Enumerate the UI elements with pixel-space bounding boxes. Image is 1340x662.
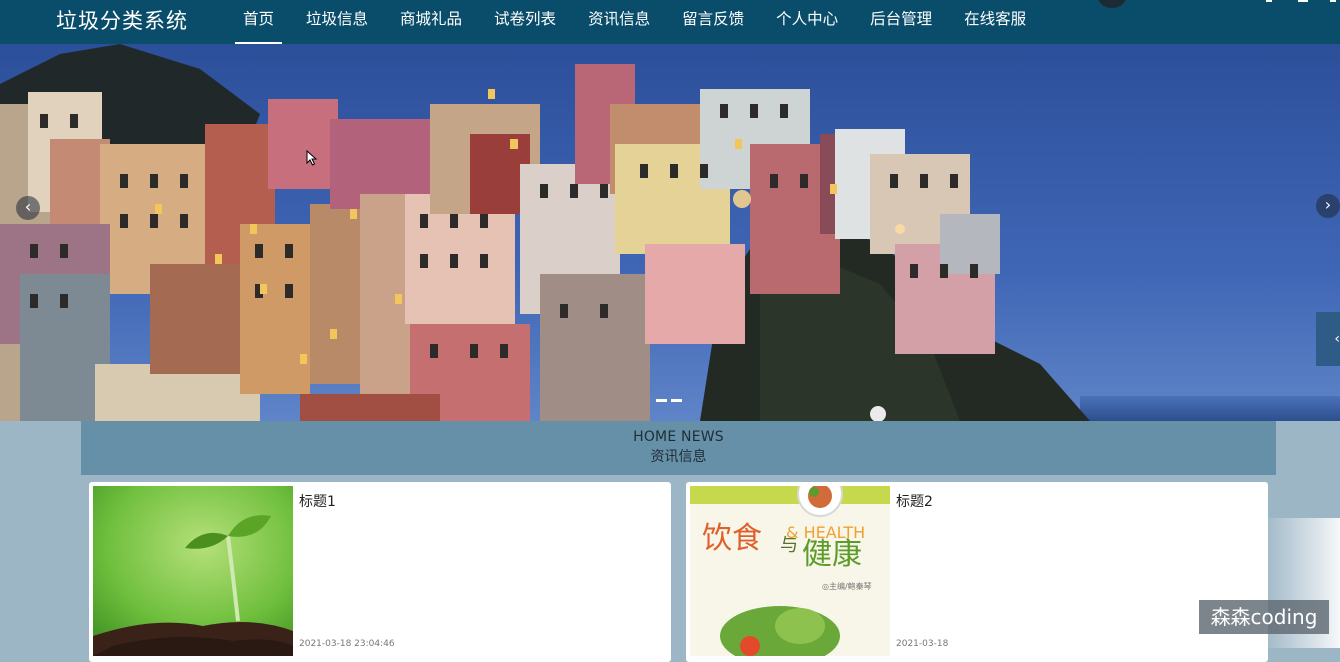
book-cover-image: 饮食 与 健康 & HEALTH ◎主编/鲍秦琴 <box>690 486 890 656</box>
banner-carousel[interactable]: ‹ › <box>0 44 1340 421</box>
mouse-cursor-icon <box>306 150 318 166</box>
news-title[interactable]: 标题2 <box>896 491 933 511</box>
banner-image <box>0 44 1340 421</box>
nav-item-admin[interactable]: 后台管理 <box>862 0 940 44</box>
nav-item-feedback[interactable]: 留言反馈 <box>674 0 752 44</box>
nav-item-exam-list[interactable]: 试卷列表 <box>486 0 564 44</box>
carousel-next-button[interactable]: › <box>1316 194 1340 218</box>
brand-title[interactable]: 垃圾分类系统 <box>56 5 188 35</box>
news-card[interactable]: 标题1 2021-03-18 23:04:46 <box>89 482 671 662</box>
top-navbar: 垃圾分类系统 首页 垃圾信息 商城礼品 试卷列表 资讯信息 留言反馈 个人中心 … <box>0 0 1340 44</box>
window-control-mark <box>1266 0 1272 2</box>
side-panel-toggle[interactable]: ‹ <box>1316 312 1340 366</box>
seedling-image <box>93 486 293 656</box>
window-control-mark <box>1298 0 1308 2</box>
news-heading-cn: 资讯信息 <box>650 449 707 465</box>
nav-item-garbage-info[interactable]: 垃圾信息 <box>298 0 376 44</box>
avatar[interactable] <box>1098 0 1126 8</box>
news-section-header: HOME NEWS 资讯信息 <box>81 421 1276 475</box>
cover-title-a: 饮食 <box>702 521 762 556</box>
carousel-prev-button[interactable]: ‹ <box>16 196 40 220</box>
nav-item-news[interactable]: 资讯信息 <box>580 0 658 44</box>
news-thumbnail[interactable]: 饮食 与 健康 & HEALTH ◎主编/鲍秦琴 <box>690 486 890 656</box>
window-control-mark <box>1330 0 1336 2</box>
nav-item-home[interactable]: 首页 <box>235 0 283 44</box>
news-thumbnail[interactable] <box>93 486 293 656</box>
nav-item-online-service[interactable]: 在线客服 <box>956 0 1034 44</box>
news-heading-en: HOME NEWS <box>633 429 724 445</box>
nav-item-gift-shop[interactable]: 商城礼品 <box>392 0 470 44</box>
cover-title-c: 健康 <box>802 537 862 572</box>
cover-en-title: & HEALTH <box>786 523 865 542</box>
watermark: 森森coding <box>1199 600 1329 634</box>
news-card[interactable]: 饮食 与 健康 & HEALTH ◎主编/鲍秦琴 标题2 2021-03-18 <box>686 482 1268 662</box>
carousel-dot[interactable] <box>656 399 667 402</box>
cover-author: ◎主编/鲍秦琴 <box>822 581 872 591</box>
carousel-indicators <box>656 399 682 402</box>
main-nav: 首页 垃圾信息 商城礼品 试卷列表 资讯信息 留言反馈 个人中心 后台管理 在线… <box>235 0 1050 44</box>
nav-item-user-center[interactable]: 个人中心 <box>768 0 846 44</box>
news-title[interactable]: 标题1 <box>299 491 336 511</box>
carousel-dot[interactable] <box>671 399 682 402</box>
